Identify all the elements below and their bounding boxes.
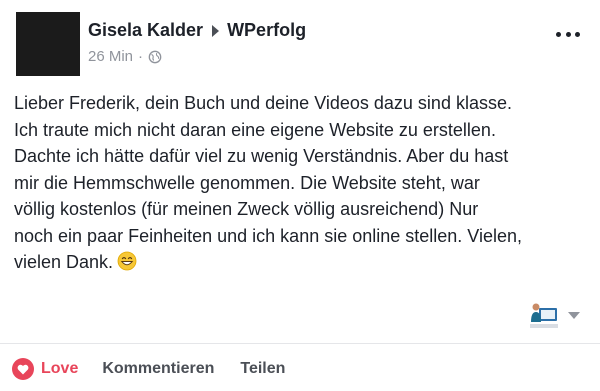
dot-icon xyxy=(556,31,561,37)
dot-icon xyxy=(575,31,580,37)
comment-label: Kommentieren xyxy=(102,360,215,377)
more-options-icon[interactable] xyxy=(556,26,580,42)
love-label: Love xyxy=(41,360,79,377)
action-bar: Love Kommentieren Teilen xyxy=(12,358,285,380)
globe-icon[interactable] xyxy=(148,50,162,64)
author-name[interactable]: Gisela Kalder xyxy=(88,20,203,41)
post-body: Lieber Frederik, dein Buch und deine Vid… xyxy=(14,90,584,276)
page-avatar-icon[interactable] xyxy=(530,300,558,328)
post-text: Lieber Frederik, dein Buch und deine Vid… xyxy=(14,93,523,272)
post-meta: 26 Min · xyxy=(88,48,162,65)
divider xyxy=(0,343,600,344)
author-avatar[interactable] xyxy=(16,12,80,76)
comment-button[interactable]: Kommentieren xyxy=(102,360,214,378)
post-timestamp[interactable]: 26 Min xyxy=(88,48,133,65)
dot-icon xyxy=(565,31,571,37)
post-header: Gisela Kalder WPerfolg xyxy=(88,20,306,41)
share-label: Teilen xyxy=(240,360,286,377)
chevron-down-icon[interactable] xyxy=(568,312,580,319)
arrow-right-icon xyxy=(212,24,220,37)
share-button[interactable]: Teilen xyxy=(240,360,285,378)
meta-separator: · xyxy=(138,48,144,65)
target-page-name[interactable]: WPerfolg xyxy=(227,20,306,41)
love-button[interactable]: Love xyxy=(12,358,78,380)
grinning-face-emoji-icon xyxy=(117,251,137,271)
heart-icon xyxy=(12,358,34,380)
